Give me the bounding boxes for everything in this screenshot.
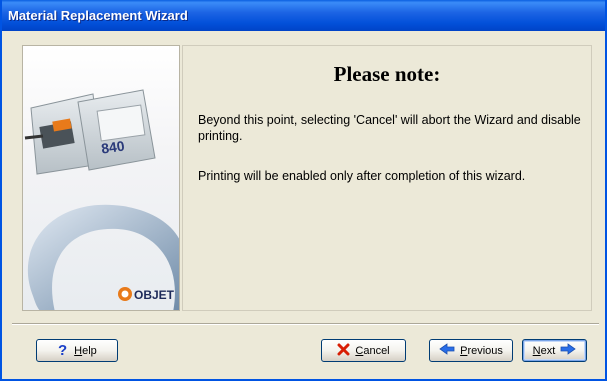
left-arrow-icon <box>439 343 455 358</box>
svg-text:?: ? <box>58 342 67 356</box>
footer-separator <box>12 323 599 325</box>
banner-illustration: 840 OBJET <box>24 89 179 310</box>
help-label: Help <box>74 344 97 357</box>
previous-button[interactable]: Previous <box>429 339 513 362</box>
note-heading: Please note: <box>333 62 441 86</box>
right-arrow-icon <box>560 343 577 358</box>
cartridge-image: 840 <box>24 89 156 175</box>
cartridge-label: 840 <box>100 137 126 156</box>
window-title: Material Replacement Wizard <box>8 8 188 23</box>
next-button[interactable]: Next <box>522 339 587 362</box>
cancel-button[interactable]: Cancel <box>321 339 406 362</box>
next-label: Next <box>532 344 556 357</box>
previous-label: Previous <box>460 344 503 357</box>
logo-text: OBJET <box>134 288 175 302</box>
content-panel: Please note: Beyond this point, selectin… <box>182 45 592 311</box>
help-button[interactable]: ? Help <box>36 339 118 362</box>
title-bar[interactable]: Material Replacement Wizard <box>2 0 605 31</box>
info-paragraph: Printing will be enabled only after comp… <box>198 169 526 183</box>
warning-paragraph: Beyond this point, selecting 'Cancel' wi… <box>198 113 581 143</box>
red-x-icon <box>337 343 350 359</box>
side-banner: 840 OBJET <box>22 45 180 311</box>
wizard-window: Material Replacement Wizard 840 OBJET Pl… <box>0 0 607 381</box>
question-mark-icon: ? <box>57 342 69 359</box>
objet-logo: OBJET <box>118 287 175 302</box>
cancel-label: Cancel <box>355 344 390 357</box>
